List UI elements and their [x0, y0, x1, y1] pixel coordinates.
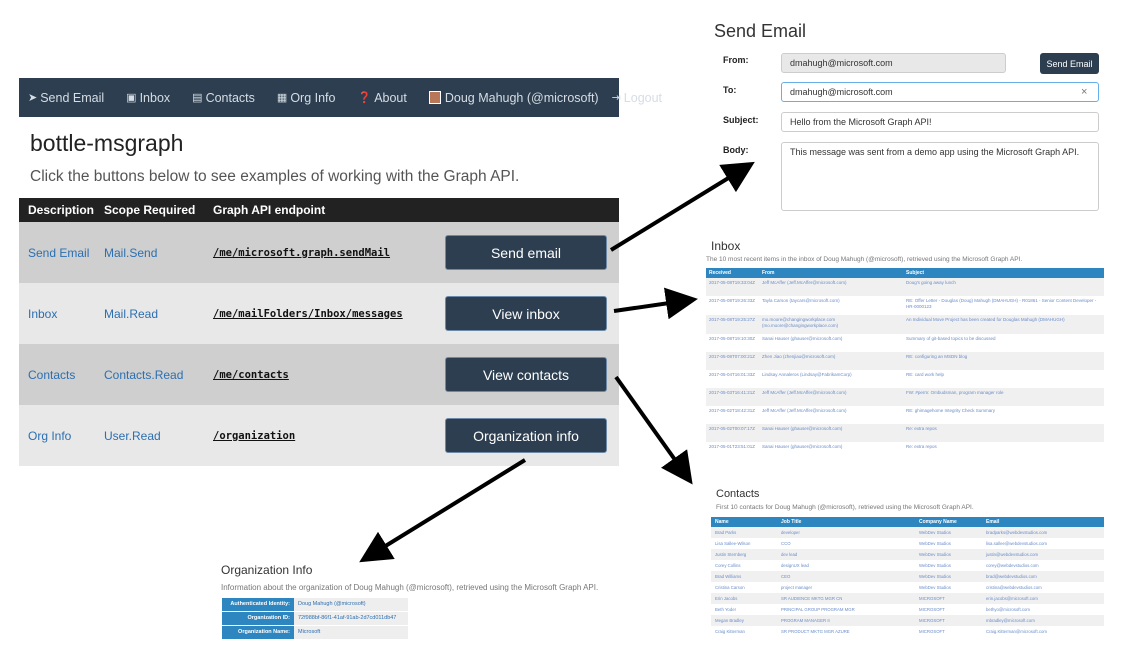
- connector-arrows: [359, 161, 755, 563]
- arrow-to-contacts: [614, 375, 693, 485]
- arrow-to-org-info: [359, 458, 527, 563]
- arrow-to-send-email: [609, 161, 755, 252]
- arrow-to-inbox: [613, 287, 698, 320]
